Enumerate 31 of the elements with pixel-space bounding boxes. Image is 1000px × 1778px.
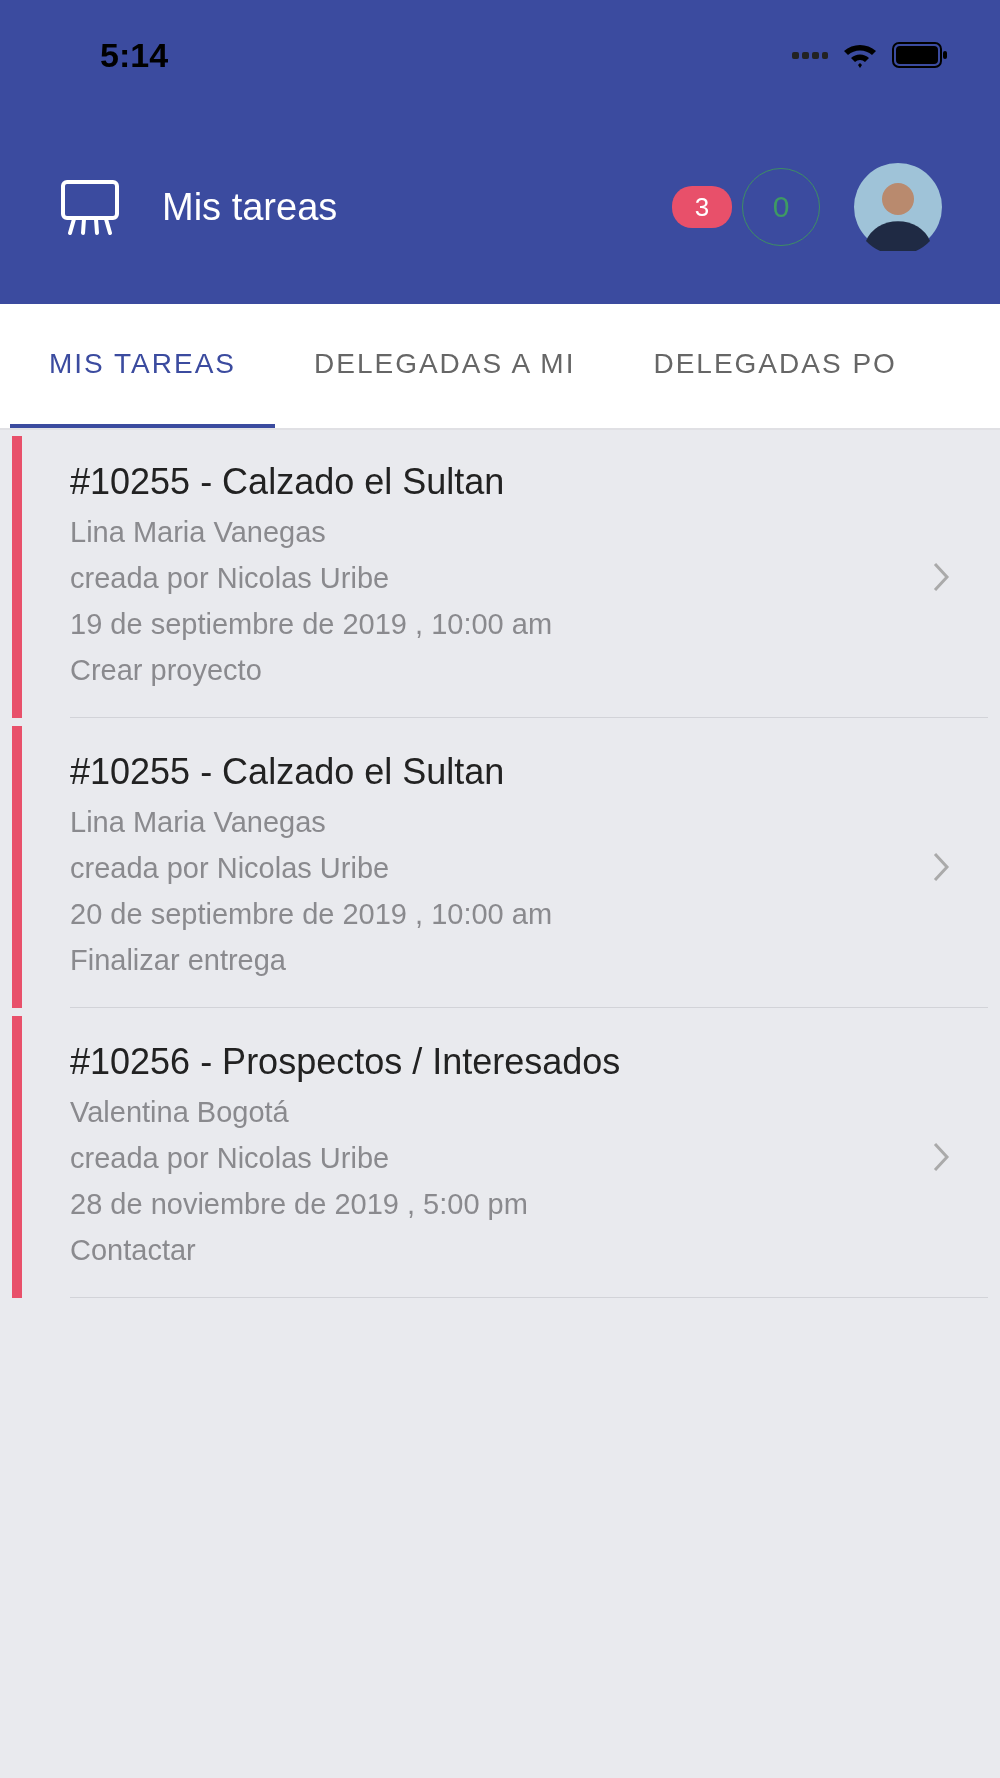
status-time: 5:14 <box>100 35 169 75</box>
task-date: 19 de septiembre de 2019 , 10:00 am <box>70 606 554 642</box>
task-client: Lina Maria Vanegas <box>70 804 327 840</box>
task-row[interactable]: #10255 - Calzado el Sultan Lina Maria Vanegas creada por Nicolas Uribe 19 de septiembre de 2019 , 10:00 am Crear proyecto <box>70 436 988 718</box>
task-title: #10255 - Calzado el Sultan <box>70 750 506 793</box>
chevron-icon <box>932 1140 950 1173</box>
task-row[interactable]: #10255 - Calzado el Sultan Lina Maria Vanegas creada por Nicolas Uribe 20 de septiembre de 2019 , 10:00 am Finalizar entrega <box>70 726 988 1008</box>
avatar-icon[interactable] <box>854 163 942 251</box>
task-row[interactable]: #10256 - Prospectos / Interesados Valentina Bogotá creada por Nicolas Uribe 28 de noviembre de 2019 , 5:00 pm Contactar <box>70 1016 988 1298</box>
task-date: 28 de noviembre de 2019 , 5:00 pm <box>70 1186 529 1222</box>
task-creator: creada por Nicolas Uribe <box>70 560 391 596</box>
task-date: 20 de septiembre de 2019 , 10:00 am <box>70 896 554 932</box>
chevron-icon <box>932 850 950 883</box>
easel-icon <box>60 179 120 235</box>
battery-icon <box>892 42 948 68</box>
task-action: Finalizar entrega <box>70 942 287 978</box>
task-title: #10256 - Prospectos / Interesados <box>70 1040 622 1083</box>
tab[interactable]: DELEGADAS PO <box>614 304 936 428</box>
screen-title: Mis tareas <box>162 185 339 229</box>
signal-icon <box>792 50 828 60</box>
task-action: Crear proyecto <box>70 652 263 688</box>
task-action: Contactar <box>70 1232 197 1268</box>
tab[interactable]: DELEGADAS A MI <box>275 304 615 428</box>
task-client: Valentina Bogotá <box>70 1094 290 1130</box>
task-creator: creada por Nicolas Uribe <box>70 1140 391 1176</box>
task-title: #10255 - Calzado el Sultan <box>70 460 506 503</box>
chevron-icon <box>932 560 950 593</box>
task-client: Lina Maria Vanegas <box>70 514 327 550</box>
notification-badge[interactable]: 3 <box>672 186 732 228</box>
task-creator: creada por Nicolas Uribe <box>70 850 391 886</box>
tab[interactable]: MIS TAREAS <box>10 304 275 428</box>
